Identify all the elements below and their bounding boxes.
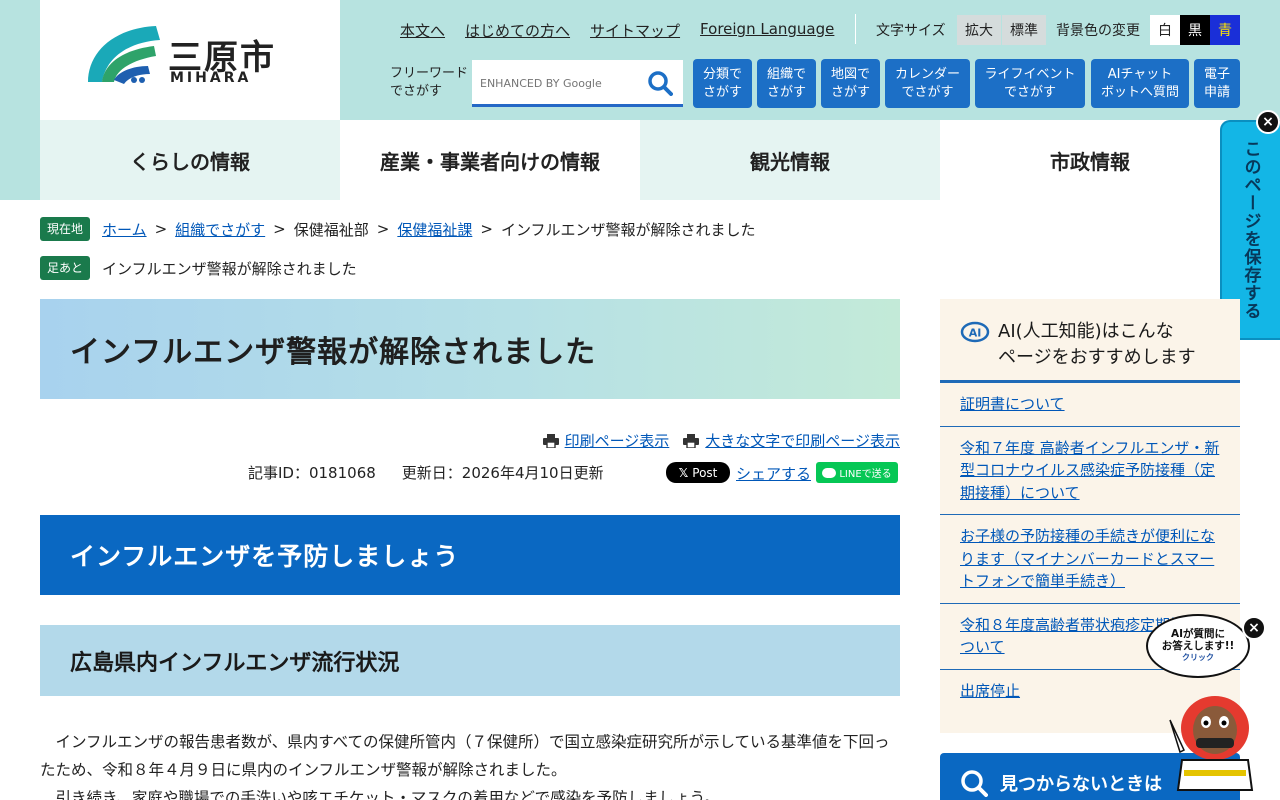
- section-heading: インフルエンザを予防しましょう: [40, 515, 900, 595]
- logo-subname: MIHARA: [170, 70, 252, 86]
- search-by-life-event-button[interactable]: ライフイベント でさがす: [975, 59, 1085, 108]
- updated-date: 更新日：2026年4月10日更新: [401, 464, 604, 482]
- font-size-larger-button[interactable]: 拡大: [957, 15, 1001, 45]
- search-label: フリーワード でさがす: [390, 65, 470, 101]
- ai-recommend-header: AI AI(人工知能)はこんな ページをおすすめします: [940, 299, 1240, 383]
- x-post-label: Post: [692, 465, 718, 480]
- nav-tourism-info[interactable]: 観光情報: [640, 120, 940, 200]
- x-post-button[interactable]: 𝕏 Post: [666, 462, 730, 483]
- recommend-link[interactable]: お子様の予防接種の手続きが便利になります（マイナンバーカードとスマートフォンで簡…: [960, 527, 1215, 590]
- search-label-text: フリーワード でさがす: [390, 66, 469, 99]
- ai-recommend-title: AI(人工知能)はこんな ページをおすすめします: [998, 321, 1196, 368]
- breadcrumb-separator: >: [154, 220, 168, 238]
- search-by-calendar-button[interactable]: カレンダー でさがす: [885, 59, 970, 108]
- ai-chatbot-label: AIチャット ボットへ質問: [1100, 66, 1179, 100]
- svg-text:AI: AI: [969, 327, 982, 340]
- bg-white-button[interactable]: 白: [1150, 15, 1180, 45]
- bg-color-label: 背景色の変更: [1056, 23, 1140, 39]
- search-by-category-button[interactable]: 分類で さがす: [693, 59, 752, 108]
- search-by-organization-button[interactable]: 組織で さがす: [757, 59, 816, 108]
- print-page-link[interactable]: 印刷ページ表示: [565, 430, 670, 451]
- mascot-speech-bubble[interactable]: AIが質問に お答えします!! クリック: [1146, 614, 1250, 678]
- header-side-band: [0, 120, 40, 200]
- site-search: [472, 60, 683, 107]
- not-found-label: 見つからないときは: [1000, 774, 1162, 795]
- breadcrumb-separator: >: [376, 220, 390, 238]
- logo-link[interactable]: 三原市 MIHARA: [40, 0, 340, 120]
- print-large-text-link[interactable]: 大きな文字で印刷ページ表示: [705, 430, 900, 451]
- utility-links: 本文へ はじめての方へ サイトマップ Foreign Language: [400, 20, 834, 40]
- search-icon: [961, 770, 988, 797]
- page-title-banner: インフルエンザ警報が解除されました: [40, 299, 900, 399]
- breadcrumb-badge: 現在地: [40, 217, 91, 241]
- facebook-share-link[interactable]: シェアする: [736, 463, 811, 484]
- footprint: 足あと インフルエンザ警報が解除されました: [40, 256, 357, 280]
- first-visit-link[interactable]: はじめての方へ: [465, 20, 570, 40]
- breadcrumb-home-link[interactable]: ホーム: [102, 219, 147, 240]
- bg-black-button[interactable]: 黒: [1180, 15, 1210, 45]
- breadcrumb-separator: >: [273, 220, 286, 238]
- list-item: 令和７年度 高齢者インフルエンザ・新型コロナウイルス感染症予防接種（定期接種）に…: [940, 427, 1240, 515]
- search-by-category-label: 分類で さがす: [702, 66, 742, 100]
- e-application-label: 電子 申請: [1203, 66, 1230, 100]
- sitemap-link[interactable]: サイトマップ: [590, 20, 680, 40]
- line-logo-icon: [822, 467, 837, 478]
- breadcrumb-dept: 保健福祉部: [293, 220, 369, 239]
- list-item: 証明書について: [940, 383, 1240, 427]
- printer-icon: [683, 433, 700, 448]
- recommend-link[interactable]: 令和７年度 高齢者インフルエンザ・新型コロナウイルス感染症予防接種（定期接種）に…: [960, 439, 1219, 502]
- utility-divider: [855, 14, 856, 44]
- search-by-organization-label: 組織で さがす: [766, 66, 806, 100]
- footprint-badge: 足あと: [40, 256, 91, 280]
- article-body: インフルエンザの報告患者数が、県内すべての保健所管内（７保健所）で国立感染症研究…: [40, 728, 900, 800]
- breadcrumb: 現在地 ホーム > 組織でさがす > 保健福祉部 > 保健福祉課 > インフルエ…: [40, 217, 756, 241]
- article-paragraph: 引き続き、家庭や職場での手洗いや咳エチケット・マスクの着用などで感染を予防しまし…: [55, 789, 720, 800]
- mascot-click-label: クリック: [1182, 653, 1214, 662]
- recommend-link[interactable]: 証明書について: [960, 395, 1065, 413]
- recommend-link[interactable]: 出席停止: [960, 682, 1020, 700]
- foreign-language-link[interactable]: Foreign Language: [700, 20, 834, 40]
- article-id: 記事ID：0181068: [248, 464, 376, 482]
- mascot-line-2: お答えします!!: [1161, 640, 1235, 652]
- search-by-map-label: 地図で さがす: [830, 66, 870, 100]
- mascot-line-1: AIが質問に: [1170, 628, 1226, 640]
- search-input[interactable]: [480, 72, 640, 94]
- article-meta: 記事ID：0181068 更新日：2026年4月10日更新: [248, 462, 604, 483]
- font-size-label: 文字サイズ: [876, 23, 946, 39]
- breadcrumb-section-link[interactable]: 保健福祉課: [397, 219, 472, 240]
- list-item: お子様の予防接種の手続きが便利になります（マイナンバーカードとスマートフォンで簡…: [940, 515, 1240, 604]
- close-mascot-icon[interactable]: ×: [1242, 616, 1266, 640]
- search-by-life-event-label: ライフイベント でさがす: [984, 66, 1076, 100]
- font-size-standard-button[interactable]: 標準: [1002, 15, 1046, 45]
- e-application-button[interactable]: 電子 申請: [1194, 59, 1240, 108]
- print-links: 印刷ページ表示 大きな文字で印刷ページ表示: [542, 430, 900, 451]
- page-title: インフルエンザ警報が解除されました: [70, 335, 597, 370]
- save-page-label: このページを保存する: [1240, 140, 1261, 320]
- close-save-tab-icon[interactable]: ×: [1256, 110, 1280, 134]
- city-logo-icon: [88, 26, 160, 84]
- print-page-item: 印刷ページ表示: [542, 430, 670, 451]
- search-icon[interactable]: [647, 70, 673, 96]
- skip-to-content-link[interactable]: 本文へ: [400, 20, 445, 40]
- breadcrumb-org-link[interactable]: 組織でさがす: [175, 219, 265, 240]
- bg-blue-button[interactable]: 青: [1210, 15, 1240, 45]
- breadcrumb-current: インフルエンザ警報が解除されました: [500, 220, 756, 239]
- subsection-heading: 広島県内インフルエンザ流行状況: [40, 625, 900, 696]
- article-paragraph: インフルエンザの報告患者数が、県内すべての保健所管内（７保健所）で国立感染症研究…: [40, 733, 890, 779]
- x-logo-icon: 𝕏: [678, 465, 689, 480]
- search-by-calendar-label: カレンダー でさがす: [894, 66, 960, 100]
- footprint-item: インフルエンザ警報が解除されました: [102, 259, 357, 278]
- line-share-label: LINEで送る: [839, 469, 892, 480]
- ai-icon: AI: [960, 321, 990, 343]
- breadcrumb-separator: >: [480, 220, 493, 238]
- global-nav: くらしの情報 産業・事業者向けの情報 観光情報 市政情報: [40, 120, 1240, 200]
- nav-city-admin-info[interactable]: 市政情報: [940, 120, 1240, 200]
- nav-living-info[interactable]: くらしの情報: [40, 120, 340, 200]
- line-share-button[interactable]: LINEで送る: [816, 462, 898, 483]
- print-large-item: 大きな文字で印刷ページ表示: [683, 430, 900, 451]
- printer-icon: [542, 433, 559, 448]
- search-by-map-button[interactable]: 地図で さがす: [821, 59, 880, 108]
- ai-chatbot-button[interactable]: AIチャット ボットへ質問: [1091, 59, 1189, 108]
- nav-business-info[interactable]: 産業・事業者向けの情報: [340, 120, 640, 200]
